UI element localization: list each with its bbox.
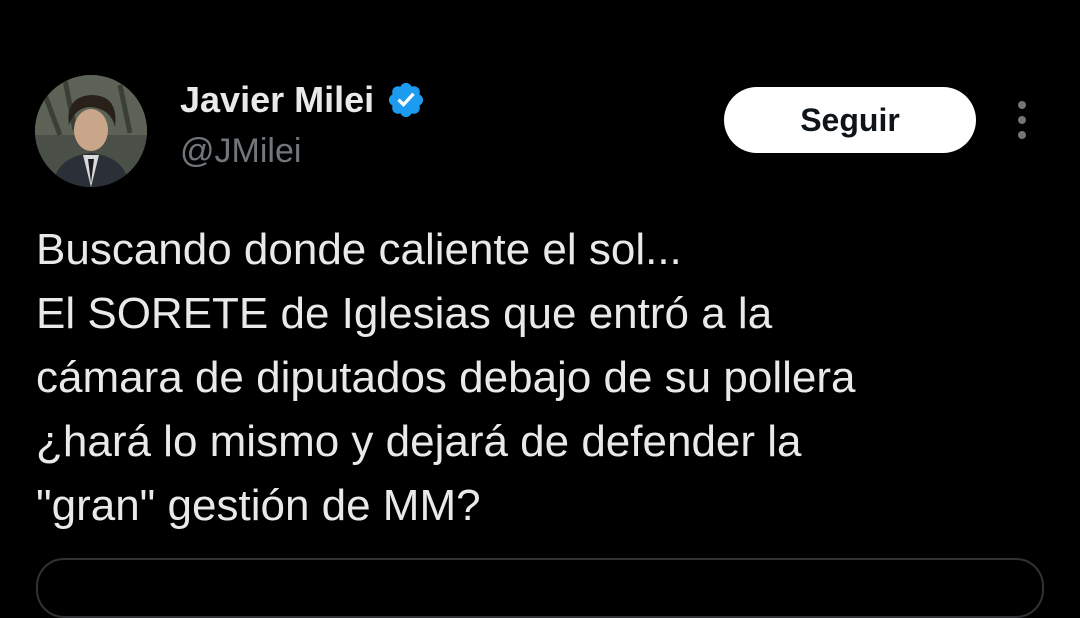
- name-row: Javier Milei: [180, 78, 426, 122]
- user-handle[interactable]: @JMilei: [180, 130, 301, 172]
- tweet-line: El SORETE de Iglesias que entró a la: [36, 289, 773, 338]
- quote-card[interactable]: [36, 558, 1044, 618]
- avatar[interactable]: [35, 75, 147, 187]
- tweet-text: Buscando donde caliente el sol... El SOR…: [36, 218, 1046, 538]
- tweet-line: cámara de diputados debajo de su pollera: [36, 353, 856, 402]
- tweet-line: "gran" gestión de MM?: [36, 481, 481, 530]
- follow-button[interactable]: Seguir: [724, 87, 976, 153]
- display-name[interactable]: Javier Milei: [180, 78, 374, 122]
- tweet-line: Buscando donde caliente el sol...: [36, 225, 682, 274]
- verified-badge-icon[interactable]: [386, 80, 426, 120]
- tweet-line: ¿hará lo mismo y dejará de defender la: [36, 417, 802, 466]
- more-vertical-icon[interactable]: [1006, 98, 1038, 142]
- avatar-photo: [35, 75, 147, 187]
